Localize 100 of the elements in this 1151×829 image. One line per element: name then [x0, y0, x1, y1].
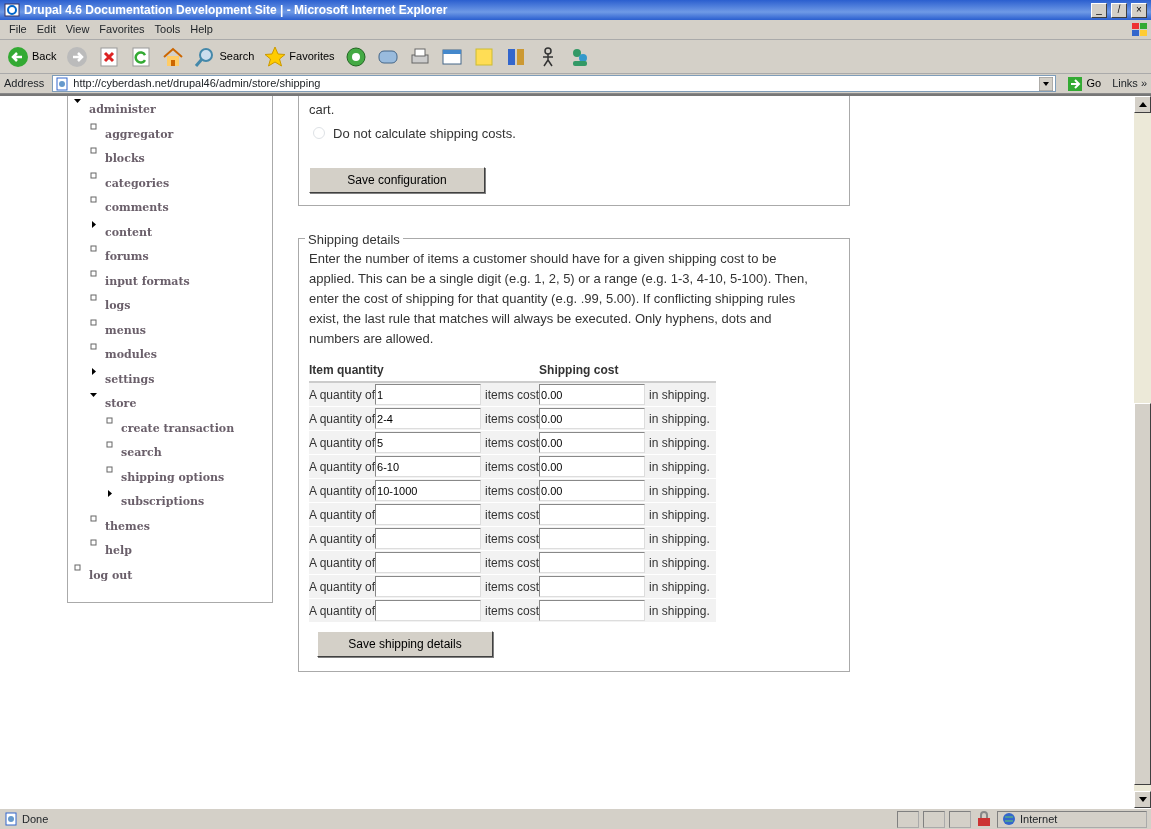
- row-label: A quantity of: [309, 483, 376, 498]
- row-label: A quantity of: [309, 603, 376, 618]
- menu-link[interactable]: create transaction: [121, 416, 235, 441]
- square-bullet-icon: [90, 343, 97, 350]
- scroll-down-button[interactable]: [1134, 791, 1151, 808]
- quantity-field[interactable]: [375, 528, 482, 549]
- radio-label: Do not calculate shipping costs.: [333, 124, 516, 143]
- row-label: in shipping.: [649, 531, 710, 546]
- row-label: A quantity of: [309, 387, 376, 402]
- menu-link[interactable]: administer: [89, 98, 156, 123]
- cost-field[interactable]: [539, 552, 646, 573]
- row-label: in shipping.: [649, 555, 710, 570]
- note-icon: [472, 45, 495, 68]
- scroll-up-button[interactable]: [1134, 96, 1151, 113]
- favorites-button[interactable]: Favorites: [261, 43, 338, 70]
- cost-field[interactable]: [539, 600, 646, 621]
- menu-link[interactable]: themes: [105, 514, 150, 539]
- cost-field[interactable]: 0.00: [539, 432, 646, 453]
- save-configuration-button[interactable]: Save configuration: [309, 167, 485, 193]
- menu-link[interactable]: content: [105, 220, 153, 245]
- menu-item[interactable]: Favorites: [94, 21, 150, 38]
- row-label: in shipping.: [649, 603, 710, 618]
- cost-field[interactable]: [539, 528, 646, 549]
- lock-icon: [975, 811, 993, 827]
- address-field[interactable]: http://cyberdash.net/drupal46/admin/store/shipping: [52, 75, 1057, 92]
- menu-link[interactable]: settings: [105, 367, 155, 392]
- menu-link[interactable]: blocks: [105, 147, 145, 172]
- links-label[interactable]: Links »: [1112, 75, 1147, 92]
- cost-field[interactable]: 0.00: [539, 384, 646, 405]
- menu-link[interactable]: subscriptions: [121, 490, 205, 515]
- status-panel: [949, 810, 971, 828]
- cost-field[interactable]: 0.00: [539, 456, 646, 477]
- dropdown-arrow-icon[interactable]: [1039, 76, 1054, 91]
- scrollbar-thumb[interactable]: [1134, 403, 1151, 785]
- quantity-field[interactable]: 10-1000: [375, 480, 482, 501]
- menu-item[interactable]: Tools: [149, 21, 186, 38]
- row-label: in shipping.: [649, 435, 710, 450]
- quantity-field[interactable]: 2-4: [375, 408, 482, 429]
- maximize-button[interactable]: ̸: [1111, 2, 1127, 18]
- forward-icon: [66, 45, 89, 68]
- quantity-field[interactable]: [375, 576, 482, 597]
- down-arrow-icon: [1138, 797, 1147, 803]
- quantity-field[interactable]: [375, 504, 482, 525]
- row-label: A quantity of: [309, 459, 376, 474]
- cost-field[interactable]: [539, 576, 646, 597]
- address-label: Address: [4, 76, 45, 92]
- menu-link[interactable]: aggregator: [105, 122, 174, 147]
- menu-link[interactable]: forums: [105, 245, 149, 270]
- close-button[interactable]: ×: [1131, 2, 1147, 18]
- cost-field[interactable]: 0.00: [539, 408, 646, 429]
- menu-link[interactable]: logs: [105, 294, 131, 319]
- menu-item[interactable]: File: [4, 21, 32, 38]
- menu-link[interactable]: comments: [105, 196, 169, 221]
- square-bullet-icon: [90, 269, 97, 277]
- cost-field[interactable]: [539, 504, 646, 525]
- go-button[interactable]: Go: [1064, 73, 1105, 94]
- quantity-field[interactable]: 5: [375, 432, 482, 453]
- menu-link[interactable]: search: [121, 441, 162, 466]
- back-button[interactable]: Back: [4, 43, 60, 70]
- row-label: items cost: [485, 579, 540, 594]
- menu-item[interactable]: View: [60, 21, 95, 38]
- square-bullet-icon: [90, 539, 97, 546]
- quantity-field[interactable]: 1: [375, 384, 482, 405]
- menu-link[interactable]: modules: [105, 343, 158, 368]
- window-title: Drupal 4.6 Documentation Development Site | - Microsoft Internet Explorer: [24, 2, 449, 19]
- save-shipping-details-button[interactable]: Save shipping details: [317, 631, 493, 657]
- search-button[interactable]: Search: [191, 43, 258, 70]
- menu-link[interactable]: shipping options: [121, 465, 225, 490]
- square-bullet-icon: [90, 171, 97, 179]
- menu-link[interactable]: input formats: [105, 269, 190, 294]
- quantity-field[interactable]: [375, 552, 482, 573]
- quantity-field[interactable]: [375, 600, 482, 621]
- row-label: items cost: [485, 459, 540, 474]
- row-label: A quantity of: [309, 411, 376, 426]
- row-label: in shipping.: [649, 579, 710, 594]
- row-label: items cost: [485, 507, 540, 522]
- quantity-field[interactable]: 6-10: [375, 456, 482, 477]
- vertical-scrollbar[interactable]: [1134, 96, 1151, 808]
- radio-button[interactable]: [313, 127, 325, 140]
- cost-field[interactable]: 0.00: [539, 480, 646, 501]
- square-bullet-icon: [74, 563, 81, 571]
- row-label: items cost: [485, 411, 540, 426]
- stop-icon: [98, 45, 121, 68]
- description-text: cart.: [309, 101, 336, 119]
- minimize-button[interactable]: _: [1091, 2, 1107, 18]
- row-label: A quantity of: [309, 579, 376, 594]
- menu-link[interactable]: menus: [105, 318, 146, 343]
- menu-item[interactable]: Edit: [31, 21, 61, 38]
- menu-link[interactable]: log out: [89, 563, 133, 588]
- row-label: items cost: [485, 435, 540, 450]
- row-label: items cost: [485, 555, 540, 570]
- refresh-icon: [130, 45, 153, 68]
- row-label: A quantity of: [309, 507, 376, 522]
- menu-link[interactable]: store: [105, 392, 137, 417]
- menu-link[interactable]: help: [105, 539, 132, 564]
- menu-item[interactable]: Help: [185, 21, 218, 38]
- collapsed-triangle-icon: [106, 490, 113, 497]
- square-bullet-icon: [90, 514, 97, 522]
- menu-link[interactable]: categories: [105, 171, 170, 196]
- square-bullet-icon: [90, 294, 97, 301]
